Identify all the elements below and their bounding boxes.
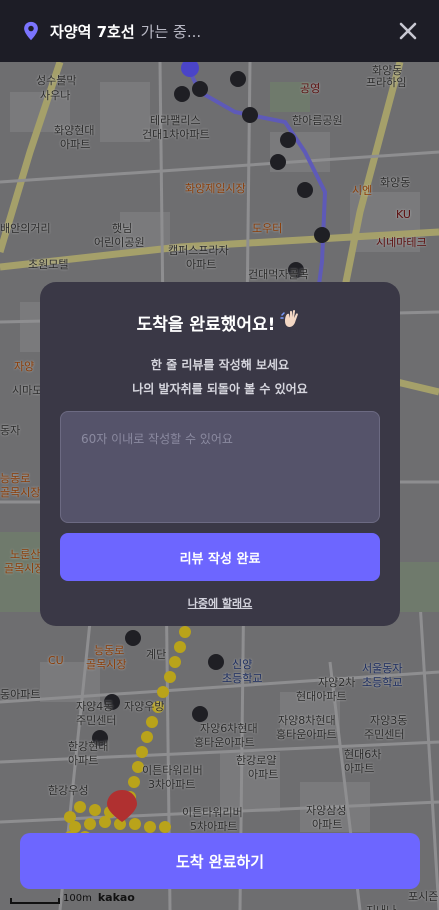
modal-subtitle-line: 나의 발자취를 되돌아 볼 수 있어요 bbox=[132, 382, 308, 396]
map-brand-logo: kakao bbox=[97, 891, 135, 904]
map-label: 골목시장 bbox=[86, 658, 127, 671]
map-label: 아파트 bbox=[68, 754, 99, 767]
modal-title-row: 도착을 완료했어요! bbox=[136, 309, 304, 335]
map-label: 5차아파트 bbox=[190, 820, 238, 833]
map-label: 동아파트 bbox=[0, 688, 41, 701]
map-label: 배안의거리 bbox=[0, 222, 51, 235]
map-label: 시엔 bbox=[352, 184, 373, 197]
map-label: KU bbox=[396, 208, 411, 221]
complete-arrival-button[interactable]: 도착 완료하기 bbox=[20, 833, 420, 889]
map-label: 주민센터 bbox=[364, 728, 405, 741]
do-later-link[interactable]: 나중에 할래요 bbox=[188, 595, 253, 611]
map-label: 골목시장 bbox=[0, 486, 41, 499]
map-label: 초등학교 bbox=[362, 676, 403, 689]
map-label: 지내나 bbox=[366, 902, 396, 910]
waving-hand-icon bbox=[280, 309, 299, 327]
modal-subtitle-line: 한 줄 리뷰를 작성해 보세요 bbox=[150, 358, 290, 372]
scale-bar bbox=[10, 898, 60, 904]
destination-name: 자양역 7호선 bbox=[50, 22, 135, 41]
map-label: 초원모텔 bbox=[28, 258, 69, 271]
map-label: 아파트 bbox=[60, 138, 91, 151]
submit-review-button[interactable]: 리뷰 작성 완료 bbox=[60, 533, 380, 581]
map-scale: 100m kakao bbox=[10, 891, 135, 904]
map-label: 자양우방 bbox=[124, 700, 165, 713]
map-label: 자양 bbox=[14, 360, 35, 373]
map-label: 계단 bbox=[146, 648, 167, 661]
map-label: 건대먹자골목 bbox=[248, 268, 309, 281]
map-label: 아파트 bbox=[186, 258, 217, 271]
map-label: 3차아파트 bbox=[148, 778, 196, 791]
location-pin-icon bbox=[24, 21, 38, 41]
map-label: 아파트 bbox=[344, 762, 375, 775]
arrival-complete-modal: 도착을 완료했어요! 한 줄 리뷰를 작성해 보세요 나의 발자취를 되돌아 볼… bbox=[40, 282, 400, 626]
map-label: 아파트 bbox=[312, 818, 343, 831]
map-label: 화양동 bbox=[380, 176, 411, 189]
review-input[interactable] bbox=[60, 411, 380, 523]
map-label: 도우터 bbox=[252, 222, 283, 235]
map-label: 아파트 bbox=[248, 768, 279, 781]
scale-text: 100m bbox=[63, 893, 92, 904]
map-label: 홍타운아파트 bbox=[276, 728, 337, 741]
map-label: 프라하임 bbox=[366, 76, 407, 89]
close-icon[interactable] bbox=[397, 20, 419, 42]
map-label: 시네마테크 bbox=[376, 236, 427, 249]
map-label: 화양제일시장 bbox=[185, 182, 246, 195]
map-label: 현대아파트 bbox=[296, 690, 347, 703]
map-label: 골목시장 bbox=[4, 562, 45, 575]
map-label: 건대1차아파트 bbox=[142, 128, 210, 141]
map-label: 한강우성 bbox=[48, 784, 89, 797]
map-label: 어린이공원 bbox=[94, 236, 145, 249]
top-bar: 자양역 7호선 가는 중... bbox=[0, 0, 439, 62]
map-label: 홍타운아파트 bbox=[194, 736, 255, 749]
map-label: CU bbox=[48, 654, 64, 667]
map-label: 포시즌 bbox=[408, 890, 439, 903]
modal-title: 도착을 완료했어요! bbox=[136, 315, 276, 335]
map-label: 시마도 bbox=[12, 384, 43, 397]
map-label: 동자 bbox=[0, 424, 21, 437]
map-label: 한아름공원 bbox=[292, 114, 343, 127]
map-label: 주민센터 bbox=[76, 714, 117, 727]
map-label: 공영 bbox=[300, 82, 321, 95]
map-label: 초등학교 bbox=[222, 672, 263, 685]
map-label: 사우나 bbox=[40, 89, 71, 102]
map-label: 성수불막 bbox=[36, 74, 77, 87]
navigation-status: 가는 중... bbox=[140, 22, 202, 41]
modal-subtitle: 한 줄 리뷰를 작성해 보세요 나의 발자취를 되돌아 볼 수 있어요 bbox=[132, 353, 307, 401]
